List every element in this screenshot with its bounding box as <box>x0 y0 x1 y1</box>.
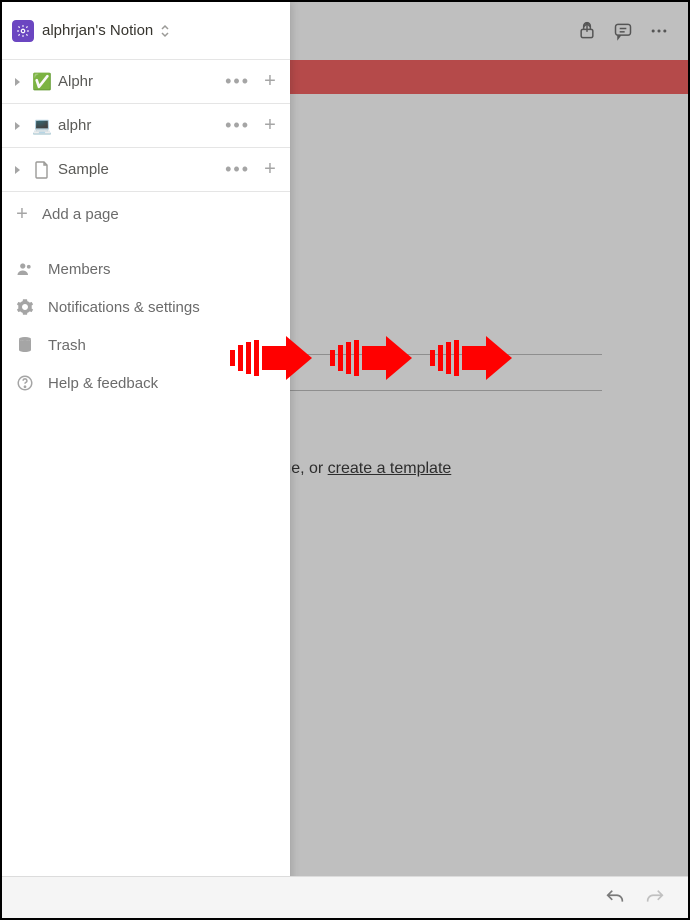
more-icon[interactable] <box>648 20 670 42</box>
workspace-icon <box>12 20 34 42</box>
bottom-toolbar <box>2 876 688 918</box>
sidebar-page-alphr2[interactable]: 💻 alphr ••• + <box>2 104 290 148</box>
page-emoji-icon: ✅ <box>32 72 52 92</box>
page-label: Alphr <box>58 73 215 90</box>
plus-icon: + <box>12 203 32 226</box>
menu-label: Trash <box>48 337 86 354</box>
comment-icon[interactable] <box>612 20 634 42</box>
content-divider <box>290 354 602 355</box>
members-icon <box>16 260 34 278</box>
content-divider <box>290 390 602 391</box>
help-icon <box>16 374 34 392</box>
caret-right-icon[interactable] <box>12 77 26 87</box>
caret-right-icon[interactable] <box>12 165 26 175</box>
menu-label: Help & feedback <box>48 375 158 392</box>
create-template-link[interactable]: create a template <box>328 460 452 477</box>
page-label: Sample <box>58 161 215 178</box>
undo-icon[interactable] <box>604 887 626 909</box>
page-list: ✅ Alphr ••• + 💻 alphr ••• + Sample ••• <box>2 60 290 236</box>
add-subpage-icon[interactable]: + <box>260 114 280 137</box>
workspace-switcher[interactable]: alphrjan's Notion <box>2 2 290 60</box>
page-emoji-icon: 💻 <box>32 116 52 136</box>
page-more-icon[interactable]: ••• <box>221 115 254 136</box>
sidebar: alphrjan's Notion ✅ Alphr ••• + 💻 alphr … <box>2 2 290 918</box>
sidebar-page-sample[interactable]: Sample ••• + <box>2 148 290 192</box>
expand-icon <box>159 24 171 38</box>
sidebar-menu: Members Notifications & settings Trash H… <box>2 236 290 416</box>
caret-right-icon[interactable] <box>12 121 26 131</box>
redo-icon[interactable] <box>644 887 666 909</box>
add-subpage-icon[interactable]: + <box>260 158 280 181</box>
page-doc-icon <box>32 160 52 180</box>
add-page-label: Add a page <box>42 206 119 223</box>
menu-help[interactable]: Help & feedback <box>2 364 290 402</box>
menu-trash[interactable]: Trash <box>2 326 290 364</box>
menu-label: Members <box>48 261 111 278</box>
menu-notifications-settings[interactable]: Notifications & settings <box>2 288 290 326</box>
page-label: alphr <box>58 117 215 134</box>
add-page-button[interactable]: + Add a page <box>2 192 290 236</box>
share-icon[interactable] <box>576 20 598 42</box>
page-more-icon[interactable]: ••• <box>221 159 254 180</box>
add-subpage-icon[interactable]: + <box>260 70 280 93</box>
trash-icon <box>16 336 34 354</box>
page-more-icon[interactable]: ••• <box>221 71 254 92</box>
sidebar-page-alphr[interactable]: ✅ Alphr ••• + <box>2 60 290 104</box>
workspace-name: alphrjan's Notion <box>42 22 153 39</box>
menu-members[interactable]: Members <box>2 250 290 288</box>
menu-label: Notifications & settings <box>48 299 200 316</box>
gear-icon <box>16 298 34 316</box>
